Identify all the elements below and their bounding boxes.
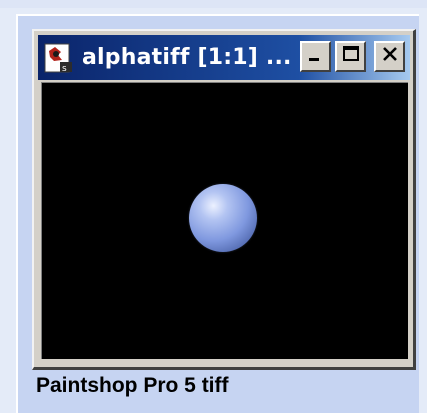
- image-canvas[interactable]: [41, 82, 408, 359]
- maximize-icon: [341, 44, 361, 69]
- minimize-button[interactable]: [300, 41, 331, 72]
- top-strip: [0, 0, 427, 8]
- maximize-button[interactable]: [335, 41, 366, 72]
- image-caption: Paintshop Pro 5 tiff: [34, 371, 419, 413]
- minimize-icon: [306, 44, 326, 69]
- close-button[interactable]: [374, 41, 405, 72]
- window-title: alphatiff [1:1] ...: [82, 45, 292, 70]
- svg-text:s: s: [62, 64, 67, 73]
- title-bar[interactable]: s alphatiff [1:1] ...: [38, 35, 410, 80]
- app-document-icon[interactable]: s: [44, 43, 74, 74]
- close-icon: [380, 44, 400, 69]
- blue-sphere-image: [189, 184, 257, 252]
- image-window: s alphatiff [1:1] ...: [32, 29, 416, 370]
